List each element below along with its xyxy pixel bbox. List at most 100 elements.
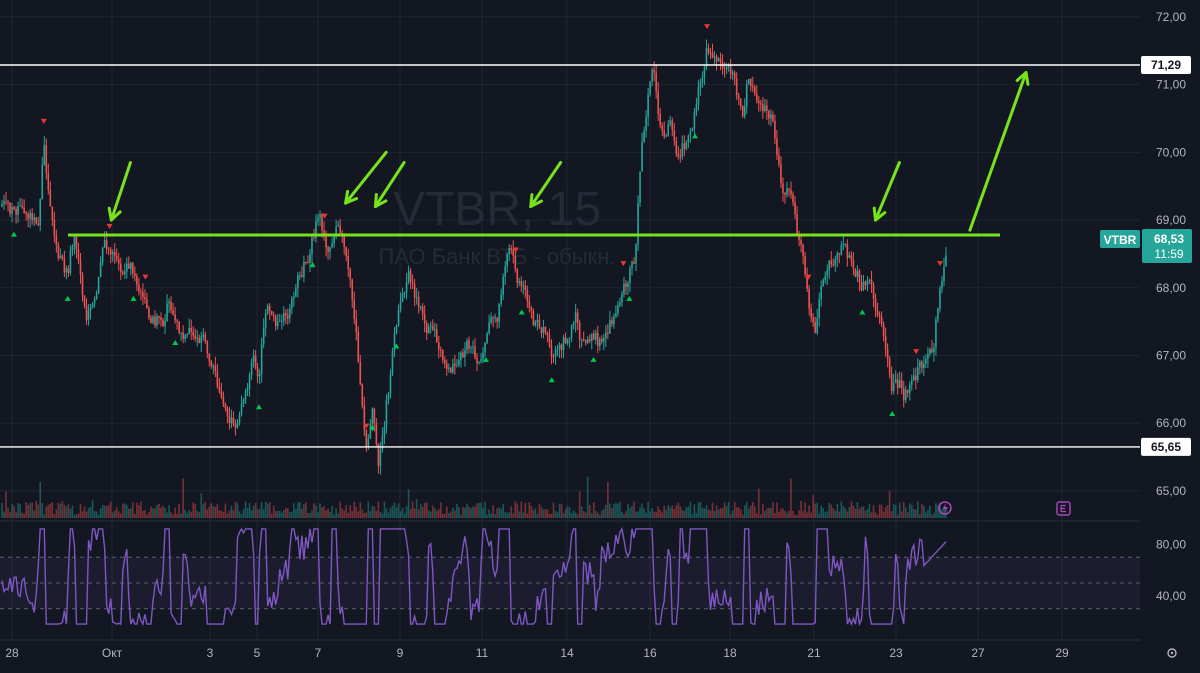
candle-body[interactable] — [154, 316, 156, 326]
candle-body[interactable] — [103, 240, 106, 248]
candle-body[interactable] — [140, 291, 142, 293]
candle-body[interactable] — [319, 213, 321, 218]
candle-body[interactable] — [415, 297, 418, 299]
candle-body[interactable] — [552, 356, 555, 358]
candle-body[interactable] — [572, 322, 575, 326]
candle-body[interactable] — [160, 317, 162, 320]
candle-body[interactable] — [625, 283, 627, 288]
candle-body[interactable] — [784, 192, 786, 195]
candle-body[interactable] — [41, 165, 44, 200]
candle-body[interactable] — [125, 263, 128, 272]
candle-body[interactable] — [152, 316, 154, 324]
candle-body[interactable] — [299, 275, 301, 277]
candle-body[interactable] — [554, 349, 557, 357]
candle-body[interactable] — [894, 379, 897, 383]
candle-body[interactable] — [375, 423, 378, 445]
candle-body[interactable] — [741, 106, 744, 117]
candle-body[interactable] — [653, 69, 655, 73]
candle-body[interactable] — [715, 56, 718, 62]
candle-body[interactable] — [659, 113, 661, 126]
candle-body[interactable] — [786, 188, 788, 195]
candle-body[interactable] — [709, 52, 712, 54]
candle-body[interactable] — [303, 262, 305, 278]
candle-body[interactable] — [202, 334, 205, 337]
candle-body[interactable] — [568, 337, 571, 340]
candle-body[interactable] — [437, 342, 440, 350]
candle-body[interactable] — [109, 249, 112, 255]
chart-container[interactable]: VTBR, 15 ПАО Банк ВТБ - обыкн. 71,29 65,6… — [0, 0, 1200, 668]
candle-body[interactable] — [138, 284, 140, 292]
candle-body[interactable] — [631, 261, 633, 269]
candle-body[interactable] — [870, 279, 873, 285]
candle-body[interactable] — [852, 260, 855, 269]
candle-body[interactable] — [878, 315, 881, 317]
candle-body[interactable] — [325, 236, 327, 248]
candle-body[interactable] — [57, 245, 60, 259]
candle-body[interactable] — [13, 207, 15, 209]
candle-body[interactable] — [890, 373, 893, 391]
candle-body[interactable] — [711, 52, 714, 58]
candle-body[interactable] — [186, 333, 188, 336]
candle-body[interactable] — [637, 202, 639, 245]
candle-body[interactable] — [313, 237, 315, 239]
candle-body[interactable] — [474, 346, 476, 358]
candle-body[interactable] — [462, 352, 464, 358]
candle-body[interactable] — [755, 93, 758, 101]
candle-body[interactable] — [896, 379, 899, 388]
candle-body[interactable] — [423, 314, 426, 324]
candle-body[interactable] — [3, 201, 5, 205]
candle-body[interactable] — [693, 112, 696, 129]
candle-body[interactable] — [733, 72, 736, 79]
candle-body[interactable] — [735, 78, 738, 96]
candle-body[interactable] — [530, 307, 533, 311]
candle-body[interactable] — [836, 253, 839, 260]
candle-body[interactable] — [504, 266, 506, 277]
candle-body[interactable] — [882, 324, 885, 337]
candle-body[interactable] — [345, 246, 347, 257]
candle-body[interactable] — [689, 130, 692, 136]
candle-body[interactable] — [753, 87, 756, 94]
candle-body[interactable] — [37, 223, 40, 226]
candle-body[interactable] — [297, 275, 299, 289]
candle-body[interactable] — [339, 225, 341, 234]
candle-body[interactable] — [776, 138, 778, 155]
candle-body[interactable] — [623, 283, 625, 295]
candle-body[interactable] — [923, 363, 925, 369]
candle-body[interactable] — [369, 424, 372, 439]
candle-body[interactable] — [256, 367, 259, 377]
candle-body[interactable] — [190, 327, 193, 332]
candle-body[interactable] — [43, 145, 46, 166]
candle-body[interactable] — [484, 342, 486, 353]
candle-body[interactable] — [677, 153, 680, 157]
candle-body[interactable] — [542, 326, 545, 334]
candle-body[interactable] — [258, 374, 261, 377]
candle-body[interactable] — [174, 314, 176, 321]
candle-body[interactable] — [282, 312, 285, 321]
candle-body[interactable] — [15, 208, 17, 215]
candle-body[interactable] — [433, 329, 436, 331]
candle-body[interactable] — [232, 417, 235, 425]
candle-body[interactable] — [409, 270, 412, 283]
candle-body[interactable] — [63, 258, 66, 273]
candle-body[interactable] — [764, 105, 766, 112]
candle-body[interactable] — [123, 271, 126, 275]
candle-body[interactable] — [822, 280, 825, 286]
candle-body[interactable] — [820, 285, 823, 300]
candle-body[interactable] — [172, 309, 174, 315]
candle-body[interactable] — [830, 260, 833, 265]
candle-body[interactable] — [427, 326, 430, 333]
candle-body[interactable] — [444, 359, 446, 364]
candle-body[interactable] — [307, 262, 309, 264]
candle-body[interactable] — [749, 79, 752, 87]
candle-body[interactable] — [782, 183, 784, 193]
candle-body[interactable] — [89, 307, 92, 311]
candle-body[interactable] — [59, 255, 62, 259]
candle-body[interactable] — [707, 48, 710, 53]
candle-body[interactable] — [101, 247, 104, 263]
candle-body[interactable] — [908, 384, 911, 393]
candle-body[interactable] — [866, 280, 869, 286]
candle-body[interactable] — [150, 317, 152, 324]
candle-body[interactable] — [77, 249, 80, 261]
candle-body[interactable] — [886, 349, 889, 359]
candle-body[interactable] — [134, 273, 136, 276]
